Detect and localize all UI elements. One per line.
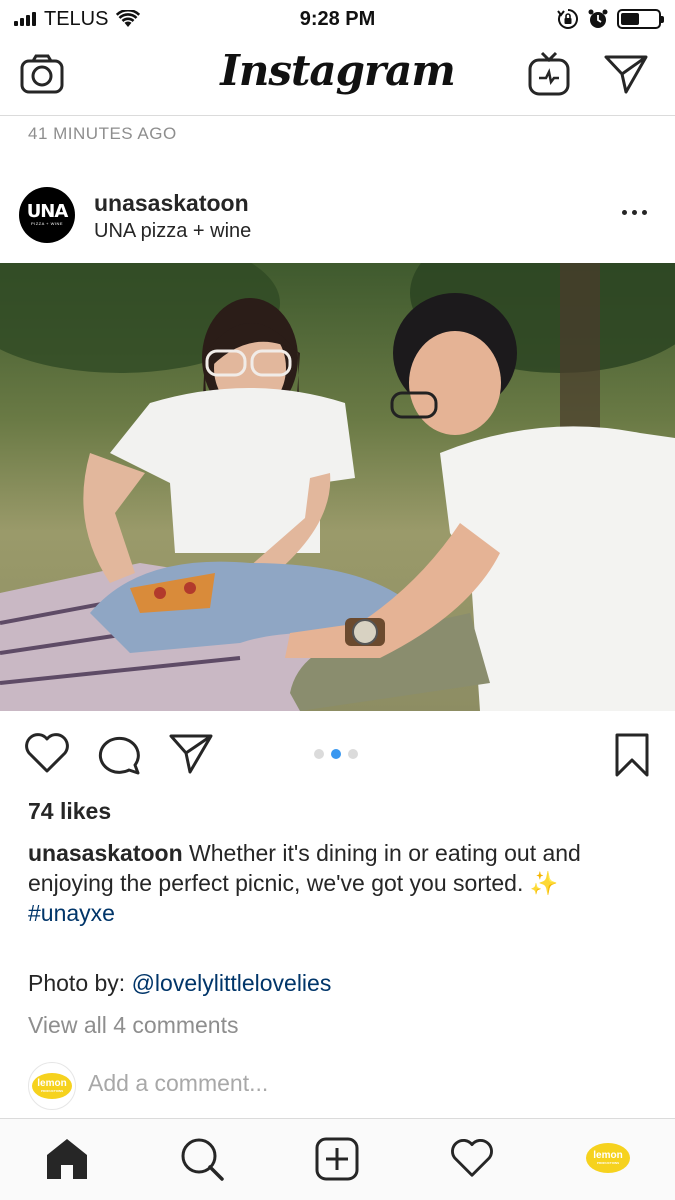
carousel-dot — [348, 749, 358, 759]
top-nav: Instagram — [0, 38, 675, 116]
carrier-label: TELUS — [44, 7, 109, 30]
post-caption: unasaskatoon Whether it's dining in or e… — [28, 838, 648, 928]
lemon-logo-text: lemon — [37, 1078, 67, 1089]
alarm-icon — [588, 9, 608, 28]
profile-logo-subtext: PRODUCTIONS — [596, 1161, 620, 1165]
post-header: UNA PIZZA + WINE unasaskatoon UNA pizza … — [0, 182, 675, 248]
photo-couple-picnic — [0, 263, 675, 711]
comment-icon[interactable] — [96, 732, 142, 776]
post-username[interactable]: unasaskatoon — [94, 190, 249, 217]
activity-heart-icon[interactable] — [450, 1137, 494, 1179]
home-icon[interactable] — [45, 1137, 89, 1181]
avatar-logo-text: UNA — [26, 201, 69, 222]
dot-icon — [642, 210, 647, 215]
post-author-avatar[interactable]: UNA PIZZA + WINE — [19, 187, 75, 243]
view-all-comments-link[interactable]: View all 4 comments — [28, 1012, 239, 1039]
photo-credit: Photo by: @lovelylittlelovelies — [28, 970, 331, 997]
post-photo[interactable] — [0, 263, 675, 711]
bottom-tab-bar: lemon PRODUCTIONS — [0, 1118, 675, 1200]
dot-icon — [622, 210, 627, 215]
previous-post-timestamp: 41 MINUTES AGO — [28, 124, 177, 143]
igtv-icon[interactable] — [527, 50, 571, 98]
add-comment-row: lemon PRODUCTIONS — [0, 1060, 675, 1112]
current-user-avatar: lemon PRODUCTIONS — [28, 1062, 76, 1110]
profile-avatar[interactable]: lemon PRODUCTIONS — [586, 1143, 630, 1173]
wifi-icon — [116, 10, 141, 27]
post-action-bar — [0, 712, 675, 796]
lemon-logo-subtext: PRODUCTIONS — [40, 1089, 64, 1093]
sparkles-emoji: ✨ — [529, 870, 559, 896]
more-options-button[interactable] — [620, 202, 649, 223]
add-post-icon[interactable] — [315, 1137, 359, 1181]
lemon-logo: lemon PRODUCTIONS — [32, 1073, 72, 1099]
avatar-logo-subtext: PIZZA + WINE — [30, 221, 64, 226]
share-icon[interactable] — [168, 732, 214, 774]
caption-hashtag[interactable]: #unayxe — [28, 900, 115, 926]
direct-message-icon[interactable] — [604, 54, 648, 94]
like-count[interactable]: 74 likes — [28, 798, 111, 825]
dot-icon — [632, 210, 637, 215]
signal-icon — [14, 12, 36, 26]
caption-username[interactable]: unasaskatoon — [28, 840, 183, 866]
battery-fill — [621, 13, 639, 25]
profile-logo-text: lemon — [593, 1150, 623, 1161]
status-right — [557, 8, 664, 30]
battery-icon — [617, 9, 664, 29]
photo-credit-label: Photo by: — [28, 970, 132, 996]
carousel-dot — [331, 749, 341, 759]
search-icon[interactable] — [180, 1137, 224, 1181]
status-left: TELUS — [14, 7, 141, 31]
carousel-indicator — [314, 749, 358, 759]
heart-icon[interactable] — [24, 732, 70, 774]
add-comment-input[interactable] — [88, 1070, 628, 1097]
status-bar: TELUS 9:28 PM — [0, 0, 675, 38]
post-location[interactable]: UNA pizza + wine — [94, 220, 251, 243]
photo-credit-mention[interactable]: @lovelylittlelovelies — [132, 970, 332, 996]
orientation-lock-icon — [557, 9, 578, 29]
instagram-logo: Instagram — [220, 46, 456, 95]
carousel-dot — [314, 749, 324, 759]
bookmark-icon[interactable] — [612, 732, 652, 778]
